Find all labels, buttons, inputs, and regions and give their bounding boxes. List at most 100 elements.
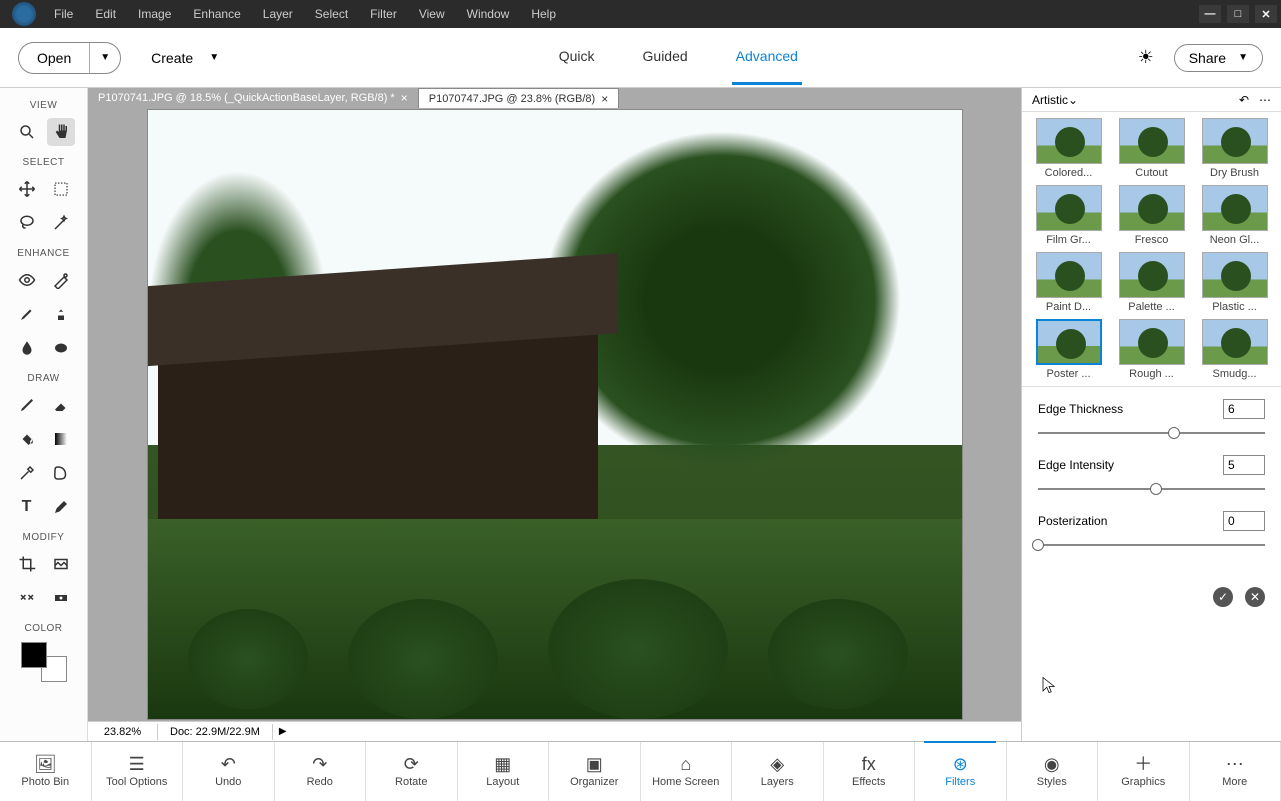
- menu-enhance[interactable]: Enhance: [183, 3, 250, 25]
- close-tab-icon[interactable]: ×: [401, 91, 408, 105]
- control-input-posterization[interactable]: [1223, 511, 1265, 531]
- crop-tool[interactable]: [13, 550, 41, 578]
- menu-help[interactable]: Help: [521, 3, 566, 25]
- filter-palette[interactable]: Palette ...: [1113, 252, 1190, 313]
- document-tab[interactable]: P1070741.JPG @ 18.5% (_QuickActionBaseLa…: [88, 88, 418, 108]
- apply-button[interactable]: ✓: [1213, 587, 1233, 607]
- dock-label: Styles: [1037, 776, 1067, 788]
- magic-wand-tool[interactable]: [47, 209, 75, 237]
- dock-tool-options[interactable]: ☰Tool Options: [92, 742, 184, 801]
- menu-filter[interactable]: Filter: [360, 3, 407, 25]
- filter-drybrush[interactable]: Dry Brush: [1196, 118, 1273, 179]
- open-button[interactable]: Open ▼: [18, 42, 121, 74]
- shape-tool[interactable]: [47, 459, 75, 487]
- filter-smudg[interactable]: Smudg...: [1196, 319, 1273, 380]
- dock-rotate[interactable]: ⟳Rotate: [366, 742, 458, 801]
- mode-advanced[interactable]: Advanced: [732, 30, 802, 85]
- gradient-tool[interactable]: [47, 425, 75, 453]
- brightness-icon[interactable]: ☀: [1138, 47, 1154, 68]
- create-button[interactable]: Create▼: [151, 50, 219, 66]
- dock-graphics[interactable]: ＋Graphics: [1098, 742, 1190, 801]
- marquee-tool[interactable]: [47, 175, 75, 203]
- menu-layer[interactable]: Layer: [253, 3, 303, 25]
- filter-fresco[interactable]: Fresco: [1113, 185, 1190, 246]
- maximize-button[interactable]: □: [1227, 5, 1249, 23]
- move-tool[interactable]: [13, 175, 41, 203]
- section-color: COLOR: [24, 623, 62, 634]
- dock-label: Tool Options: [106, 776, 167, 788]
- dock-photo-bin[interactable]: 🖼Photo Bin: [0, 742, 92, 801]
- undo-icon[interactable]: ↶: [1239, 93, 1249, 107]
- foreground-color[interactable]: [21, 642, 47, 668]
- dock-layers[interactable]: ◈Layers: [732, 742, 824, 801]
- mode-guided[interactable]: Guided: [639, 30, 692, 85]
- menu-edit[interactable]: Edit: [85, 3, 126, 25]
- slider-edge-thickness[interactable]: [1038, 425, 1265, 441]
- dock-more[interactable]: ⋯More: [1190, 742, 1281, 801]
- filter-plastic[interactable]: Plastic ...: [1196, 252, 1273, 313]
- category-dropdown-icon[interactable]: ⌄: [1068, 93, 1078, 107]
- brush-enhance-tool[interactable]: [13, 300, 41, 328]
- panel-menu-icon[interactable]: ⋯: [1259, 93, 1271, 107]
- eraser-tool[interactable]: [47, 391, 75, 419]
- minimize-button[interactable]: —: [1199, 5, 1221, 23]
- status-arrow-icon[interactable]: ▶: [273, 726, 293, 737]
- hand-tool[interactable]: [47, 118, 75, 146]
- filter-colored[interactable]: Colored...: [1030, 118, 1107, 179]
- sponge-tool[interactable]: [47, 334, 75, 362]
- menu-view[interactable]: View: [409, 3, 455, 25]
- menu-window[interactable]: Window: [457, 3, 520, 25]
- color-swatches[interactable]: [21, 642, 67, 682]
- clone-stamp-tool[interactable]: [47, 300, 75, 328]
- content-aware-tool[interactable]: [13, 584, 41, 612]
- eye-tool[interactable]: [13, 266, 41, 294]
- filter-neongl[interactable]: Neon Gl...: [1196, 185, 1273, 246]
- dock-styles[interactable]: ◉Styles: [1007, 742, 1099, 801]
- dock-label: More: [1222, 776, 1247, 788]
- lasso-tool[interactable]: [13, 209, 41, 237]
- cancel-button[interactable]: ✕: [1245, 587, 1265, 607]
- menu-image[interactable]: Image: [128, 3, 181, 25]
- dock-organizer[interactable]: ▣Organizer: [549, 742, 641, 801]
- filter-paintd[interactable]: Paint D...: [1030, 252, 1107, 313]
- fill-tool[interactable]: [13, 425, 41, 453]
- menu-select[interactable]: Select: [305, 3, 358, 25]
- filter-label: Colored...: [1045, 167, 1093, 179]
- slider-edge-intensity[interactable]: [1038, 481, 1265, 497]
- dock-icon: ↶: [221, 755, 236, 773]
- spot-heal-tool[interactable]: [47, 266, 75, 294]
- filter-rough[interactable]: Rough ...: [1113, 319, 1190, 380]
- mode-tabs: Quick Guided Advanced: [555, 30, 802, 85]
- filter-category[interactable]: Artistic: [1032, 93, 1068, 107]
- dock-redo[interactable]: ↷Redo: [275, 742, 367, 801]
- dock-undo[interactable]: ↶Undo: [183, 742, 275, 801]
- dock-layout[interactable]: ▦Layout: [458, 742, 550, 801]
- brush-tool[interactable]: [13, 391, 41, 419]
- eyedropper-tool[interactable]: [13, 459, 41, 487]
- close-button[interactable]: ✕: [1255, 5, 1277, 23]
- zoom-tool[interactable]: [13, 118, 41, 146]
- close-tab-icon[interactable]: ×: [601, 92, 608, 106]
- dock-filters[interactable]: ⊛Filters: [915, 742, 1007, 801]
- menu-file[interactable]: File: [44, 3, 83, 25]
- pencil-tool[interactable]: [47, 493, 75, 521]
- filter-label: Cutout: [1135, 167, 1167, 179]
- recompose-tool[interactable]: [47, 550, 75, 578]
- share-button[interactable]: Share▼: [1174, 44, 1263, 72]
- canvas-viewport[interactable]: [88, 108, 1021, 721]
- filter-cutout[interactable]: Cutout: [1113, 118, 1190, 179]
- dock-effects[interactable]: fxEffects: [824, 742, 916, 801]
- document-tab[interactable]: P1070747.JPG @ 23.8% (RGB/8)×: [418, 88, 620, 108]
- slider-posterization[interactable]: [1038, 537, 1265, 553]
- zoom-level[interactable]: 23.82%: [88, 724, 158, 740]
- filter-poster[interactable]: Poster ...: [1030, 319, 1107, 380]
- blur-tool[interactable]: [13, 334, 41, 362]
- mode-quick[interactable]: Quick: [555, 30, 599, 85]
- dock-home-screen[interactable]: ⌂Home Screen: [641, 742, 733, 801]
- text-tool[interactable]: T: [13, 493, 41, 521]
- open-dropdown-icon[interactable]: ▼: [90, 52, 120, 63]
- control-input-edge-thickness[interactable]: [1223, 399, 1265, 419]
- filter-filmgr[interactable]: Film Gr...: [1030, 185, 1107, 246]
- control-input-edge-intensity[interactable]: [1223, 455, 1265, 475]
- straighten-tool[interactable]: [47, 584, 75, 612]
